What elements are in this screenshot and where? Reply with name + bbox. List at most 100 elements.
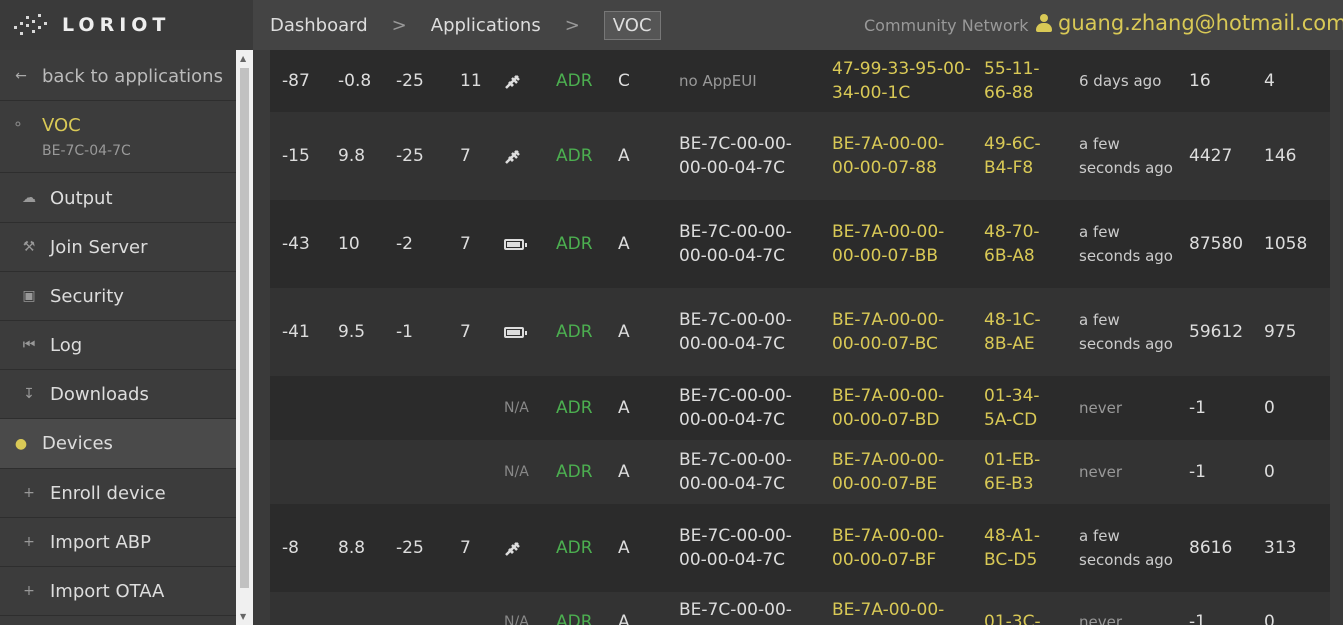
rssi-value: -8 <box>282 538 299 558</box>
adr-badge[interactable]: ADR <box>556 112 593 200</box>
logo[interactable]: LORIOT <box>0 0 253 50</box>
sidebar-item-downloads[interactable]: ↧ Downloads <box>0 370 236 419</box>
scroll-down-icon[interactable]: ▼ <box>240 612 246 621</box>
downlink-count: 1058 <box>1264 234 1308 254</box>
main-content: -87 -0.8 -25 11 ADR Cno AppEUI 47-99-33-95-00-… <box>253 50 1343 625</box>
scroll-up-icon[interactable]: ▲ <box>240 54 246 63</box>
last-seen-value: a few seconds ago <box>1079 223 1173 265</box>
devaddr-link[interactable]: 48-1C-8B-AE <box>984 288 1054 376</box>
last-seen-value: never <box>1079 463 1123 481</box>
last-seen-value: a few seconds ago <box>1079 527 1173 569</box>
deveui-link[interactable]: BE-7A-00-00-00-00-07-BD <box>832 376 972 440</box>
uplink-count: -1 <box>1189 398 1206 418</box>
network-label: Community Network <box>864 16 1029 35</box>
chevron-right-icon: > <box>391 14 407 36</box>
rssi-value: -87 <box>282 71 310 91</box>
lock-icon: ▣ <box>22 288 36 304</box>
appeui-value: BE-7C-00-00-00-00-04-7C <box>679 526 792 570</box>
app-eui: BE-7C-04-7C <box>42 143 131 159</box>
devaddr-link[interactable]: 55-11-66-88 <box>984 50 1054 112</box>
sidebar-item-import-abp[interactable]: + Import ABP <box>0 518 236 567</box>
appeui-value: BE-7C-00-00-00-00-04-7C <box>679 222 792 266</box>
devices-icon: ● <box>14 435 28 452</box>
table-row[interactable]: -15 9.8 -25 7 ADR A BE-7C-00-00-00-00-04-7C BE-… <box>270 112 1330 200</box>
table-row[interactable]: -43 10 -2 7 ADR A BE-7C-00-00-00-00-04-7C BE-7A… <box>270 200 1330 288</box>
rssi-value: -43 <box>282 234 310 254</box>
last-seen-value: never <box>1079 399 1123 417</box>
battery-status <box>504 112 522 200</box>
sidebar-item-log[interactable]: ⏮ Log <box>0 321 236 370</box>
table-row[interactable]: -41 9.5 -1 7 ADR A BE-7C-00-00-00-00-04-7C BE-7… <box>270 288 1330 376</box>
table-row[interactable]: -87 -0.8 -25 11 ADR Cno AppEUI 47-99-33-95-00-… <box>270 50 1330 112</box>
deveui-link[interactable]: 47-99-33-95-00-34-00-1C <box>832 50 972 112</box>
gavel-icon: ⚒ <box>22 239 36 255</box>
sidebar-item-label: Import ABP <box>50 531 151 553</box>
class-value: A <box>618 538 630 558</box>
sidebar-item-security[interactable]: ▣ Security <box>0 272 236 321</box>
app-info[interactable]: ⚬ VOC BE-7C-04-7C <box>0 103 236 173</box>
table-row[interactable]: -8 8.8 -25 7 ADR A BE-7C-00-00-00-00-04-7C BE-7… <box>270 504 1330 592</box>
devaddr-link[interactable]: 01-3C- <box>984 592 1054 625</box>
adr-badge[interactable]: ADR <box>556 592 593 625</box>
devaddr-link[interactable]: 48-70-6B-A8 <box>984 200 1054 288</box>
sidebar-item-output[interactable]: ☁ Output <box>0 174 236 223</box>
devaddr-link[interactable]: 01-34-5A-CD <box>984 376 1054 440</box>
adr-badge[interactable]: ADR <box>556 200 593 288</box>
last-seen-value: 6 days ago <box>1079 72 1162 90</box>
sidebar-item-enroll-device[interactable]: + Enroll device <box>0 469 236 518</box>
battery-icon <box>504 238 527 250</box>
deveui-link[interactable]: BE-7A-00-00-00- <box>832 592 972 625</box>
deveui-link[interactable]: BE-7A-00-00-00-00-07-BB <box>832 200 972 288</box>
back-to-applications-link[interactable]: ← back to applications <box>0 52 236 101</box>
breadcrumb-dashboard[interactable]: Dashboard <box>270 15 368 36</box>
table-row[interactable]: N/A ADR A BE-7C-00-00-00-00-04-7C BE-7A-00-0… <box>270 376 1330 440</box>
adr-badge[interactable]: ADR <box>556 440 593 504</box>
breadcrumb-current[interactable]: VOC <box>603 10 661 40</box>
deveui-link[interactable]: BE-7A-00-00-00-00-07-BC <box>832 288 972 376</box>
appeui-value: BE-7C-00-00-00- <box>679 600 792 625</box>
sf-value: 7 <box>460 146 471 166</box>
devaddr-link[interactable]: 49-6C-B4-F8 <box>984 112 1054 200</box>
adr-badge[interactable]: ADR <box>556 288 593 376</box>
sidebar-item-devices[interactable]: ● Devices <box>0 419 236 469</box>
logo-icon <box>12 10 50 40</box>
user-menu[interactable]: guang.zhang@hotmail.com <box>1036 11 1343 35</box>
last-seen-value: never <box>1079 613 1123 625</box>
uplink-count: 87580 <box>1189 234 1244 254</box>
devaddr-link[interactable]: 48-A1-BC-D5 <box>984 504 1054 592</box>
deveui-link[interactable]: BE-7A-00-00-00-00-07-BF <box>832 504 972 592</box>
plug-icon <box>505 542 520 556</box>
sidebar-scrollbar[interactable]: ▲ ▼ <box>236 50 253 625</box>
table-row[interactable]: N/A ADR A BE-7C-00-00-00- BE-7A-00-00-00- 01-… <box>270 592 1330 625</box>
battery-icon <box>504 326 527 338</box>
uplink-count: 8616 <box>1189 538 1233 558</box>
adr-badge[interactable]: ADR <box>556 504 593 592</box>
sidebar-item-join-server[interactable]: ⚒ Join Server <box>0 223 236 272</box>
sf-value: 7 <box>460 234 471 254</box>
battery-na: N/A <box>504 400 529 416</box>
plus-icon: + <box>23 485 35 501</box>
rssi-value: -15 <box>282 146 310 166</box>
plus-icon: + <box>23 583 35 599</box>
sidebar-item-label: Output <box>50 187 113 209</box>
back-label: back to applications <box>42 65 223 87</box>
sidebar-item-label: Join Server <box>50 236 148 258</box>
adr-badge[interactable]: ADR <box>556 50 593 112</box>
adr-badge[interactable]: ADR <box>556 376 593 440</box>
class-value: C <box>618 71 630 91</box>
plug-icon <box>505 150 520 164</box>
top-bar: LORIOT Dashboard > Applications > VOC Co… <box>0 0 1343 50</box>
table-row[interactable]: N/A ADR A BE-7C-00-00-00-00-04-7C BE-7A-00-0… <box>270 440 1330 504</box>
devaddr-link[interactable]: 01-EB-6E-B3 <box>984 440 1054 504</box>
sidebar-item-import-otaa[interactable]: + Import OTAA <box>0 567 236 616</box>
scrollbar-thumb[interactable] <box>240 68 249 588</box>
breadcrumb: Dashboard > Applications > VOC <box>270 0 661 50</box>
breadcrumb-applications[interactable]: Applications <box>431 15 541 36</box>
deveui-link[interactable]: BE-7A-00-00-00-00-07-88 <box>832 112 972 200</box>
user-email: guang.zhang@hotmail.com <box>1058 11 1343 35</box>
battery-na: N/A <box>504 614 529 625</box>
class-value: A <box>618 322 630 342</box>
downlink-count: 146 <box>1264 146 1297 166</box>
deveui-link[interactable]: BE-7A-00-00-00-00-07-BE <box>832 440 972 504</box>
arrow-left-icon: ← <box>15 68 27 84</box>
